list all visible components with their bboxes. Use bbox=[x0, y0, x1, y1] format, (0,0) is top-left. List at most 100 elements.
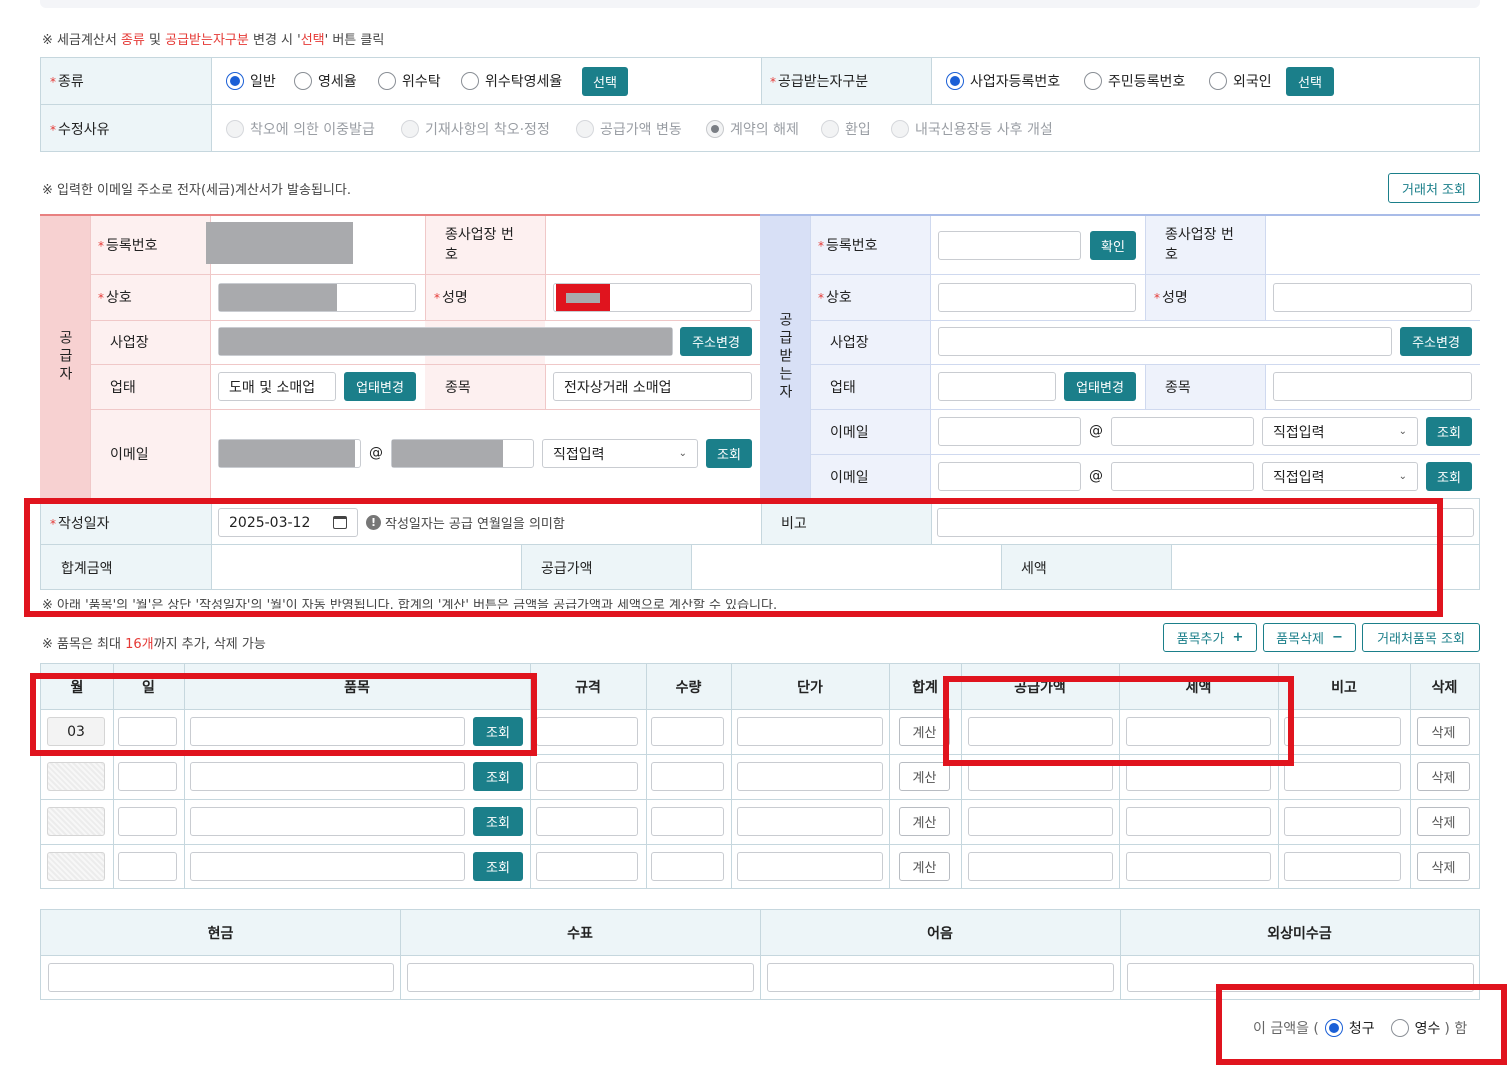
delete-row-button[interactable]: 삭제 bbox=[1417, 807, 1470, 836]
receiver-email1-id-input[interactable] bbox=[938, 417, 1081, 446]
supply-amount-input[interactable] bbox=[968, 717, 1113, 746]
radio-type-consign-zero[interactable]: 위수탁영세율 bbox=[461, 71, 562, 91]
receiver-email1-domain-input[interactable] bbox=[1111, 417, 1254, 446]
day-input[interactable] bbox=[118, 717, 177, 746]
calc-button[interactable]: 계산 bbox=[899, 717, 950, 746]
item-input[interactable] bbox=[190, 717, 465, 746]
remark-input[interactable] bbox=[937, 508, 1474, 537]
tax-input[interactable] bbox=[1126, 807, 1271, 836]
radio-recv-foreigner[interactable]: 외국인 bbox=[1209, 71, 1272, 91]
tax-input[interactable] bbox=[1126, 852, 1271, 881]
radio-reason-local-lc: 내국신용장등 사후 개설 bbox=[891, 119, 1053, 139]
item-lookup-button[interactable]: 조회 bbox=[473, 717, 523, 746]
spec-input[interactable] bbox=[536, 717, 638, 746]
cash-header: 현금 bbox=[207, 925, 234, 942]
month-cell bbox=[47, 807, 105, 836]
spec-input[interactable] bbox=[536, 807, 638, 836]
item-input[interactable] bbox=[190, 807, 465, 836]
receiver-email1-domain-select[interactable]: 직접입력 ⌄ bbox=[1262, 417, 1418, 446]
item-lookup-button[interactable]: 조회 bbox=[473, 807, 523, 836]
unit-price-input[interactable] bbox=[737, 807, 883, 836]
receiver-reg-no-input[interactable] bbox=[938, 231, 1081, 260]
spec-input[interactable] bbox=[536, 762, 638, 791]
supplier-address-change-button[interactable]: 주소변경 bbox=[680, 327, 752, 356]
check-input[interactable] bbox=[407, 963, 754, 992]
supplier-email-id-input[interactable] bbox=[218, 439, 361, 468]
spec-input[interactable] bbox=[536, 852, 638, 881]
qty-input[interactable] bbox=[651, 717, 724, 746]
calc-button[interactable]: 계산 bbox=[899, 852, 950, 881]
item-lookup-button[interactable]: 조회 bbox=[473, 762, 523, 791]
receiver-email2-domain-input[interactable] bbox=[1111, 462, 1254, 491]
add-item-button[interactable]: 품목추가 + bbox=[1163, 623, 1257, 652]
partner-item-lookup-button[interactable]: 거래처품목 조회 bbox=[1362, 623, 1480, 652]
remark-input[interactable] bbox=[1284, 717, 1401, 746]
tax-input[interactable] bbox=[1126, 762, 1271, 791]
day-input[interactable] bbox=[118, 852, 177, 881]
supplier-item-input[interactable]: 전자상거래 소매업 bbox=[553, 372, 752, 401]
supplier-company-input[interactable] bbox=[218, 283, 416, 312]
receiver-select-button[interactable]: 선택 bbox=[1286, 67, 1334, 96]
radio-claim[interactable]: 청구 bbox=[1324, 1018, 1375, 1038]
radio-type-consign[interactable]: 위수탁 bbox=[378, 71, 441, 91]
receiver-biz-type-input[interactable] bbox=[938, 372, 1056, 401]
qty-input[interactable] bbox=[651, 852, 724, 881]
unit-price-input[interactable] bbox=[737, 717, 883, 746]
remark-input[interactable] bbox=[1284, 762, 1401, 791]
calendar-icon[interactable] bbox=[333, 516, 347, 529]
receiver-confirm-button[interactable]: 확인 bbox=[1090, 231, 1136, 260]
supplier-name-label: 성명 bbox=[434, 287, 468, 307]
calc-button[interactable]: 계산 bbox=[899, 807, 950, 836]
radio-recv-biz-no[interactable]: 사업자등록번호 bbox=[946, 71, 1060, 91]
unit-price-input[interactable] bbox=[737, 852, 883, 881]
remark-input[interactable] bbox=[1284, 807, 1401, 836]
item-input[interactable] bbox=[190, 852, 465, 881]
receiver-item-input[interactable] bbox=[1273, 372, 1472, 401]
item-lookup-button[interactable]: 조회 bbox=[473, 852, 523, 881]
receiver-email2-lookup-button[interactable]: 조회 bbox=[1426, 462, 1472, 491]
cash-input[interactable] bbox=[48, 963, 394, 992]
receiver-email1-lookup-button[interactable]: 조회 bbox=[1426, 417, 1472, 446]
receiver-name-input[interactable] bbox=[1273, 283, 1472, 312]
day-input[interactable] bbox=[118, 762, 177, 791]
supplier-biz-type-input[interactable]: 도매 및 소매업 bbox=[218, 372, 336, 401]
supplier-email-domain-input[interactable] bbox=[391, 439, 534, 468]
date-input[interactable]: 2025-03-12 bbox=[218, 508, 358, 537]
receiver-email2-domain-select[interactable]: 직접입력 ⌄ bbox=[1262, 462, 1418, 491]
item-input[interactable] bbox=[190, 762, 465, 791]
radio-type-general[interactable]: 일반 bbox=[226, 71, 276, 91]
radio-receipt[interactable]: 영수 bbox=[1390, 1018, 1440, 1038]
day-input[interactable] bbox=[118, 807, 177, 836]
supplier-name-input[interactable] bbox=[553, 283, 752, 312]
credit-input[interactable] bbox=[1127, 963, 1474, 992]
bill-input[interactable] bbox=[767, 963, 1114, 992]
receiver-email2-id-input[interactable] bbox=[938, 462, 1081, 491]
calc-button[interactable]: 계산 bbox=[899, 762, 950, 791]
supplier-biz-type-change-button[interactable]: 업태변경 bbox=[344, 372, 416, 401]
receiver-address-input[interactable] bbox=[938, 327, 1392, 356]
radio-type-zero-rate[interactable]: 영세율 bbox=[294, 71, 357, 91]
receiver-email1-label: 이메일 bbox=[830, 425, 869, 441]
partner-lookup-button[interactable]: 거래처 조회 bbox=[1388, 173, 1480, 203]
qty-input[interactable] bbox=[651, 762, 724, 791]
supply-amount-input[interactable] bbox=[968, 852, 1113, 881]
delete-row-button[interactable]: 삭제 bbox=[1417, 717, 1470, 746]
supply-amount-input[interactable] bbox=[968, 807, 1113, 836]
unit-price-input[interactable] bbox=[737, 762, 883, 791]
delete-row-button[interactable]: 삭제 bbox=[1417, 852, 1470, 881]
tax-input[interactable] bbox=[1126, 717, 1271, 746]
qty-input[interactable] bbox=[651, 807, 724, 836]
receiver-address-change-button[interactable]: 주소변경 bbox=[1400, 327, 1472, 356]
type-select-button[interactable]: 선택 bbox=[582, 67, 628, 96]
delete-item-button[interactable]: 품목삭제 − bbox=[1263, 623, 1356, 652]
receiver-company-input[interactable] bbox=[938, 283, 1136, 312]
delete-row-button[interactable]: 삭제 bbox=[1417, 762, 1470, 791]
supplier-address-input[interactable] bbox=[218, 327, 673, 356]
radio-recv-resident-no[interactable]: 주민등록번호 bbox=[1084, 71, 1185, 91]
supply-amount-input[interactable] bbox=[968, 762, 1113, 791]
col-header-total: 합계 bbox=[912, 679, 938, 696]
receiver-biz-type-change-button[interactable]: 업태변경 bbox=[1064, 372, 1136, 401]
remark-input[interactable] bbox=[1284, 852, 1401, 881]
supplier-email-domain-select[interactable]: 직접입력 ⌄ bbox=[542, 439, 698, 468]
supplier-email-lookup-button[interactable]: 조회 bbox=[706, 439, 752, 468]
